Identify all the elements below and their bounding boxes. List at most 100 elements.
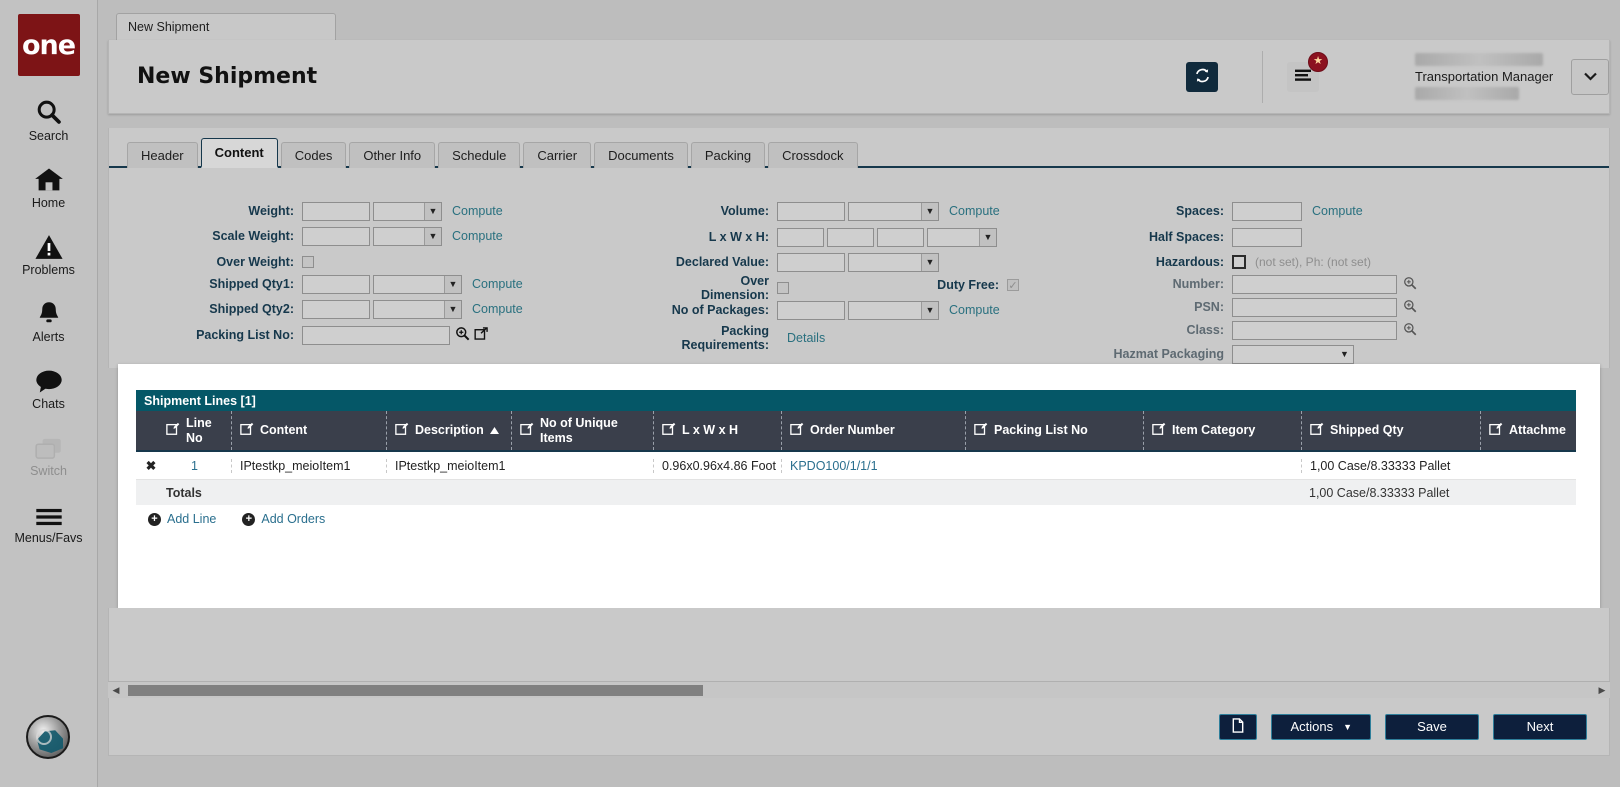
column-header-no-of-unique-items[interactable]: No of Unique Items — [511, 411, 653, 450]
field-half-spaces: Half Spaces: — [1099, 227, 1302, 247]
field-shipped-qty2: Shipped Qty2: ▼ Compute — [169, 299, 523, 319]
tab-carrier[interactable]: Carrier — [523, 142, 591, 168]
length-input[interactable] — [777, 228, 824, 247]
packing-requirements-details-link[interactable]: Details — [787, 331, 825, 345]
volume-uom-select[interactable]: ▼ — [848, 202, 939, 221]
field-hazmat-number: Number: — [1099, 274, 1417, 294]
app-logo[interactable]: one — [18, 14, 80, 76]
user-avatar[interactable] — [26, 715, 70, 759]
shipped-qty2-uom-select[interactable]: ▼ — [373, 300, 462, 319]
sidebar-item-label: Problems — [22, 263, 75, 277]
refresh-button[interactable] — [1186, 62, 1218, 92]
column-header-content[interactable]: Content — [231, 411, 386, 450]
open-external-icon[interactable] — [474, 327, 488, 344]
hazmat-packaging-select[interactable]: ▼ — [1232, 345, 1354, 364]
scrollbar-track[interactable] — [124, 685, 1594, 696]
lwh-uom-select[interactable]: ▼ — [927, 228, 997, 247]
volume-compute-link[interactable]: Compute — [949, 204, 1000, 218]
column-header-packing-list-no[interactable]: Packing List No — [965, 411, 1143, 450]
hazmat-psn-input[interactable] — [1232, 298, 1397, 317]
tab-packing[interactable]: Packing — [691, 142, 765, 168]
column-header-order-number[interactable]: Order Number — [781, 411, 965, 450]
tab-crossdock[interactable]: Crossdock — [768, 142, 857, 168]
over-dimension-checkbox[interactable] — [777, 282, 789, 294]
sidebar-item-label: Switch — [30, 464, 67, 478]
scale-weight-compute-link[interactable]: Compute — [452, 229, 503, 243]
no-of-packages-compute-link[interactable]: Compute — [949, 303, 1000, 317]
field-volume: Volume: ▼ Compute — [669, 201, 1000, 221]
packing-list-no-input[interactable] — [302, 326, 450, 345]
actions-button[interactable]: Actions ▼ — [1271, 714, 1371, 740]
shipped-qty1-compute-link[interactable]: Compute — [472, 277, 523, 291]
sort-ascending-icon — [490, 423, 499, 437]
sidebar-item-alerts[interactable]: Alerts — [0, 297, 98, 344]
shipped-qty1-input[interactable] — [302, 275, 370, 294]
duty-free-checkbox[interactable]: ✓ — [1007, 279, 1019, 291]
footer-action-bar: Actions ▼ Save Next — [108, 698, 1610, 756]
sidebar-item-search[interactable]: Search — [0, 96, 98, 143]
height-input[interactable] — [877, 228, 924, 247]
scrollbar-thumb[interactable] — [128, 685, 703, 696]
copy-button[interactable] — [1219, 714, 1257, 740]
chevron-left-icon[interactable]: ◀ — [108, 685, 124, 696]
tab-schedule[interactable]: Schedule — [438, 142, 520, 168]
shipped-qty1-uom-select[interactable]: ▼ — [373, 275, 462, 294]
no-of-packages-uom-select[interactable]: ▼ — [848, 301, 939, 320]
magnifier-icon[interactable] — [1403, 299, 1417, 316]
tab-header[interactable]: Header — [127, 142, 198, 168]
browser-tab-new-shipment[interactable]: New Shipment — [116, 13, 336, 42]
column-header-description[interactable]: Description — [386, 411, 511, 450]
sidebar-item-chats[interactable]: Chats — [0, 364, 98, 411]
hazardous-checkbox[interactable] — [1232, 255, 1246, 269]
user-menu-caret-button[interactable] — [1571, 59, 1609, 95]
add-orders-button[interactable]: + Add Orders — [242, 512, 325, 526]
tab-documents[interactable]: Documents — [594, 142, 688, 168]
next-button[interactable]: Next — [1493, 714, 1587, 740]
hamburger-icon — [34, 498, 64, 528]
tab-content[interactable]: Content — [201, 138, 278, 168]
no-of-packages-input[interactable] — [777, 301, 845, 320]
weight-input[interactable] — [302, 202, 370, 221]
table-row[interactable]: ✖ 1 IPtestkp_meioItem1 IPtestkp_meioItem… — [136, 452, 1576, 480]
hazmat-number-input[interactable] — [1232, 275, 1397, 294]
cell-order-number[interactable]: KPDO100/1/1/1 — [781, 459, 965, 473]
shipped-qty2-compute-link[interactable]: Compute — [472, 302, 523, 316]
scale-weight-input[interactable] — [302, 227, 370, 246]
column-header-line-no[interactable]: Line No — [136, 411, 231, 450]
declared-value-input[interactable] — [777, 253, 845, 272]
column-header-shipped-qty[interactable]: Shipped Qty — [1301, 411, 1480, 450]
spaces-compute-link[interactable]: Compute — [1312, 204, 1363, 218]
weight-uom-select[interactable]: ▼ — [373, 202, 442, 221]
declared-value-currency-select[interactable]: ▼ — [848, 253, 939, 272]
chevron-right-icon[interactable]: ▶ — [1594, 685, 1610, 696]
context-menu-button[interactable]: ★ — [1287, 62, 1319, 92]
over-weight-checkbox[interactable] — [302, 256, 314, 268]
tab-codes[interactable]: Codes — [281, 142, 347, 168]
sidebar-item-problems[interactable]: Problems — [0, 230, 98, 277]
column-header-lwh[interactable]: L x W x H — [653, 411, 781, 450]
column-header-attachments[interactable]: Attachme — [1480, 411, 1578, 450]
hazmat-class-input[interactable] — [1232, 321, 1397, 340]
save-button[interactable]: Save — [1385, 714, 1479, 740]
sidebar-item-menus-favs[interactable]: Menus/Favs — [0, 498, 98, 545]
delete-x-icon[interactable]: ✖ — [136, 458, 166, 473]
spaces-input[interactable] — [1232, 202, 1302, 221]
volume-input[interactable] — [777, 202, 845, 221]
shipped-qty2-input[interactable] — [302, 300, 370, 319]
width-input[interactable] — [827, 228, 874, 247]
magnifier-icon[interactable] — [1403, 276, 1417, 293]
magnifier-icon[interactable] — [455, 326, 470, 344]
weight-compute-link[interactable]: Compute — [452, 204, 503, 218]
column-header-item-category[interactable]: Item Category — [1143, 411, 1301, 450]
add-orders-label: Add Orders — [261, 512, 325, 526]
half-spaces-input[interactable] — [1232, 228, 1302, 247]
tab-other-info[interactable]: Other Info — [349, 142, 435, 168]
scale-weight-uom-select[interactable]: ▼ — [373, 227, 442, 246]
sidebar-item-home[interactable]: Home — [0, 163, 98, 210]
edit-pencil-icon — [974, 422, 988, 439]
user-menu[interactable]: Transportation Manager — [1415, 53, 1609, 100]
add-line-button[interactable]: + Add Line — [148, 512, 216, 526]
chevron-down-icon: ▼ — [424, 203, 441, 220]
magnifier-icon[interactable] — [1403, 322, 1417, 339]
horizontal-scrollbar[interactable]: ◀ ▶ — [108, 681, 1610, 698]
